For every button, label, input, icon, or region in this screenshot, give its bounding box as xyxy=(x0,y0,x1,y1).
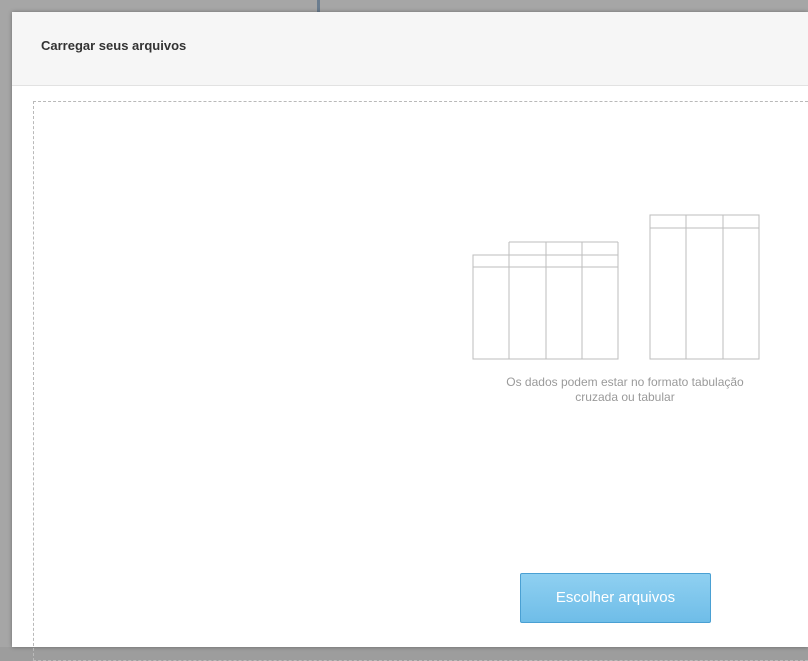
format-hint-line2: cruzada ou tabular xyxy=(575,390,675,404)
format-hint-line1: Os dados podem estar no formato tabulaçã… xyxy=(506,375,744,389)
format-hint: Os dados podem estar no formato tabulaçã… xyxy=(420,375,808,405)
dialog-header: Carregar seus arquivos xyxy=(12,12,808,86)
choose-files-button[interactable]: Escolher arquivos xyxy=(520,573,711,623)
tables-icon xyxy=(472,214,760,360)
backdrop-divider xyxy=(317,0,320,12)
dialog-title: Carregar seus arquivos xyxy=(41,38,187,53)
